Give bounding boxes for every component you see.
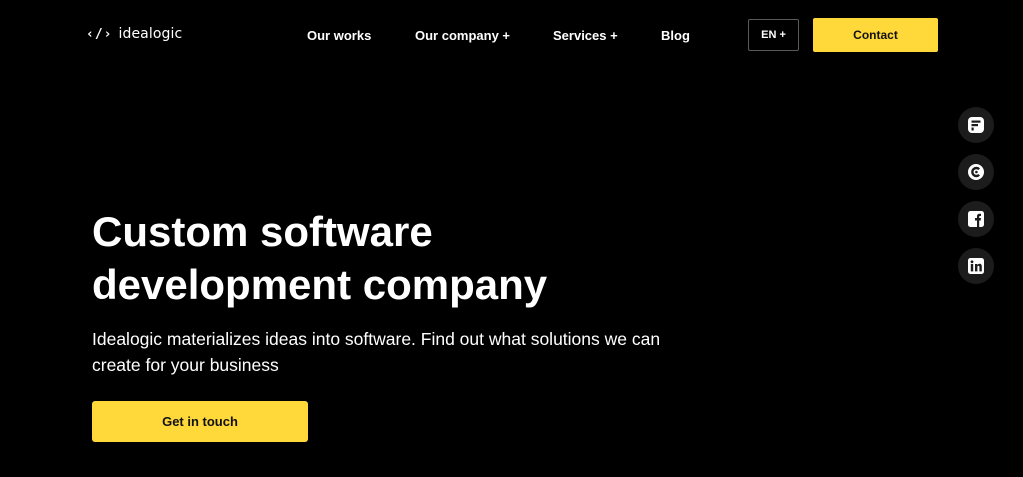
linkedin-icon: [968, 258, 984, 274]
social-sidebar: [958, 107, 994, 295]
hero-title-line-2: development company: [92, 261, 548, 308]
contact-button[interactable]: Contact: [813, 18, 938, 52]
social-link-clutch-c[interactable]: [958, 154, 994, 190]
code-brackets-icon: ‹/›: [86, 26, 113, 42]
nav-our-works[interactable]: Our works: [307, 28, 371, 43]
social-link-linkedin[interactable]: [958, 248, 994, 284]
facebook-icon: [968, 211, 984, 227]
clutch-c-icon: [968, 164, 984, 180]
social-link-facebook[interactable]: [958, 201, 994, 237]
nav-our-company[interactable]: Our company +: [415, 28, 510, 43]
clutch-f-icon: [968, 117, 984, 133]
hero-subtitle: Idealogic materializes ideas into softwa…: [92, 329, 661, 375]
nav-blog[interactable]: Blog: [661, 28, 690, 43]
social-link-clutch-f[interactable]: [958, 107, 994, 143]
page: ‹/› idealogic Our works Our company + Se…: [0, 0, 1023, 477]
language-button[interactable]: EN +: [748, 19, 799, 51]
logo[interactable]: ‹/› idealogic: [86, 26, 182, 42]
hero-title-line-1: Custom software: [92, 208, 433, 255]
get-in-touch-button[interactable]: Get in touch: [92, 401, 308, 442]
hero-title: Custom software development company: [92, 205, 692, 311]
nav-services[interactable]: Services +: [553, 28, 618, 43]
logo-text: idealogic: [118, 26, 183, 42]
